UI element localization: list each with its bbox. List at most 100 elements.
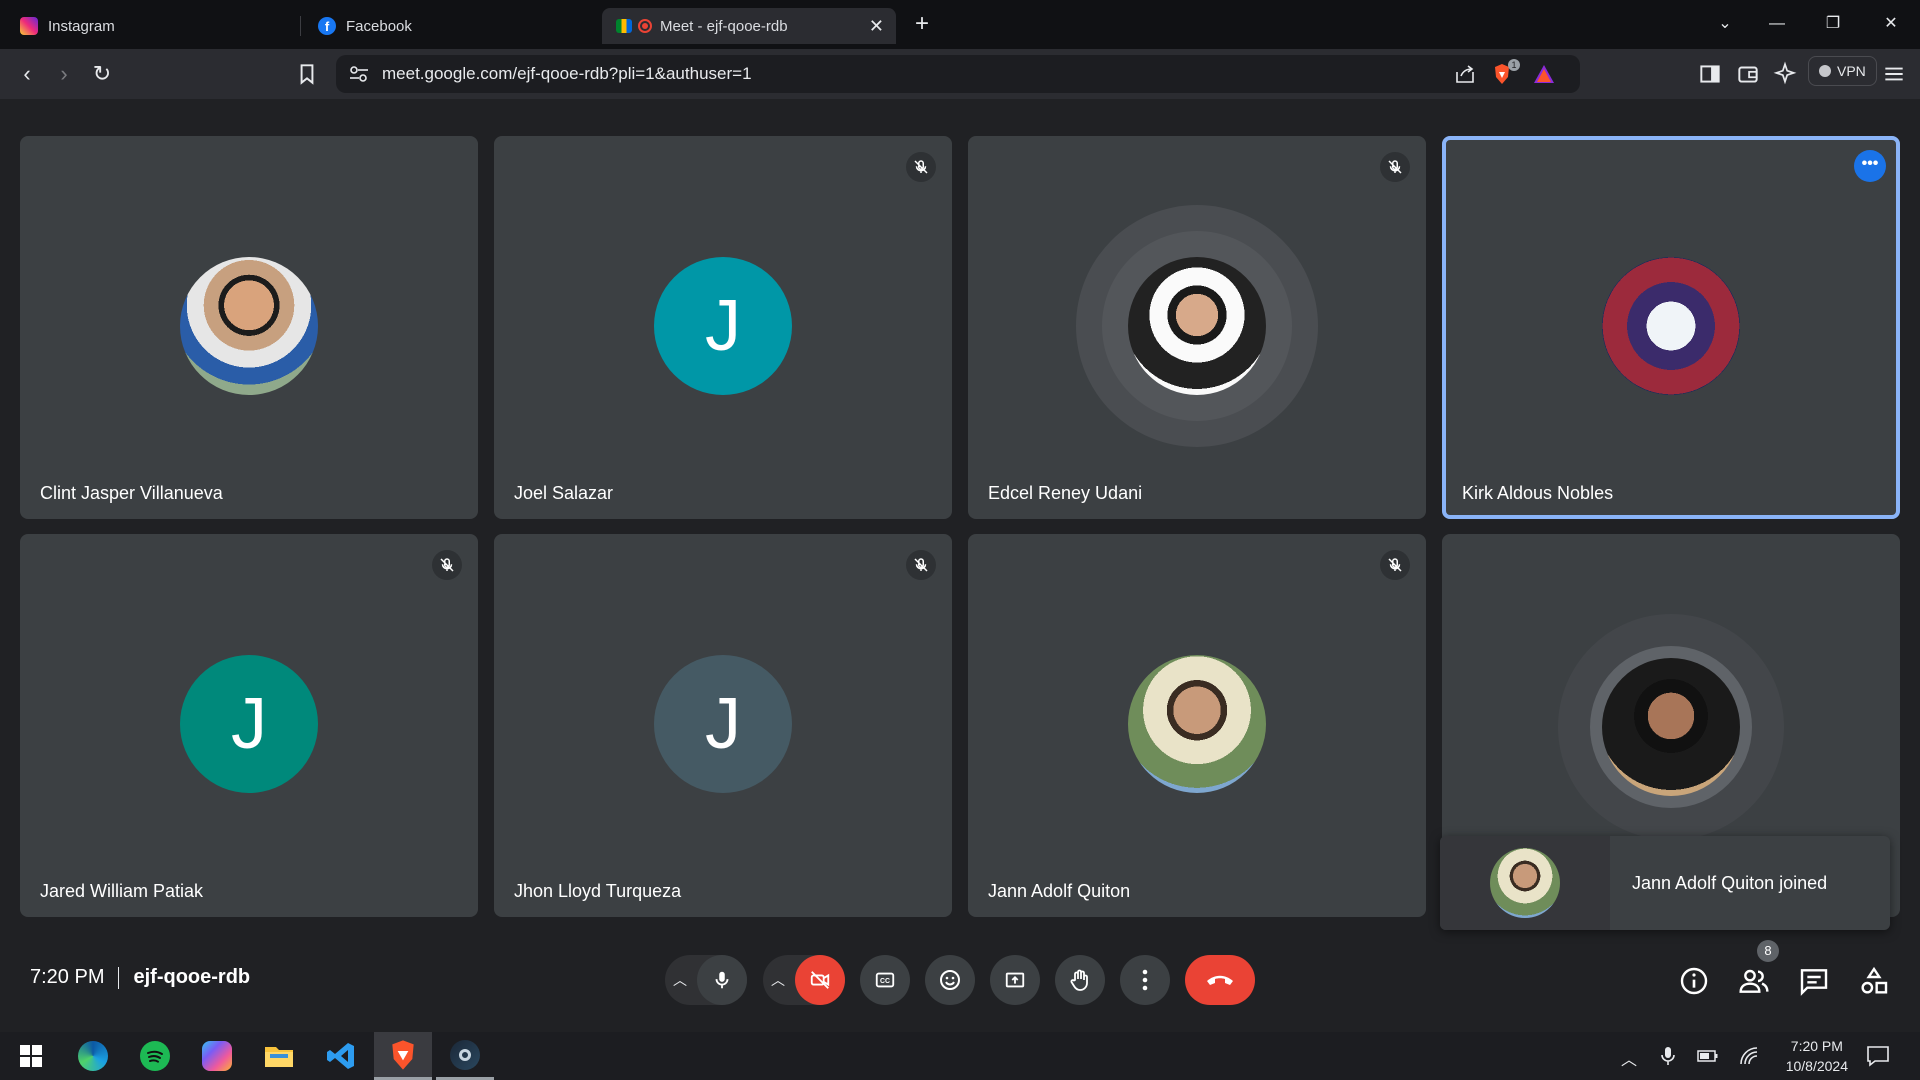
mic-off-icon xyxy=(432,550,462,580)
minimize-button[interactable]: — xyxy=(1759,10,1795,38)
participant-name: Kirk Aldous Nobles xyxy=(1462,483,1614,503)
steam-icon xyxy=(450,1039,480,1070)
close-window-button[interactable]: ✕ xyxy=(1873,10,1909,38)
vpn-button[interactable]: VPN xyxy=(1808,56,1877,86)
close-icon[interactable]: ✕ xyxy=(869,16,884,37)
clock-time: 7:20 PM xyxy=(1790,1038,1843,1054)
participant-name: Jann Adolf Quiton xyxy=(988,881,1131,901)
reactions-button[interactable] xyxy=(925,955,975,1005)
spotify-icon xyxy=(140,1041,170,1071)
copilot-icon xyxy=(202,1041,232,1071)
back-button[interactable]: ‹ xyxy=(12,59,42,89)
instagram-icon xyxy=(20,17,38,35)
captions-button[interactable]: CC xyxy=(860,955,910,1005)
participant-tile[interactable]: J Jared William Patiak xyxy=(20,534,478,917)
reload-button[interactable]: ↻ xyxy=(87,59,117,89)
more-options-button[interactable]: ••• xyxy=(1854,150,1886,182)
clock-date: 10/8/2024 xyxy=(1785,1058,1848,1074)
people-count-badge: 8 xyxy=(1757,940,1779,962)
participant-name: Jared William Patiak xyxy=(40,881,204,901)
leave-call-button[interactable] xyxy=(1185,955,1255,1005)
people-icon[interactable] xyxy=(1738,965,1770,997)
bookmark-icon[interactable] xyxy=(294,61,320,87)
taskbar-steam[interactable] xyxy=(436,1032,494,1080)
taskbar-edge[interactable] xyxy=(64,1032,122,1080)
taskbar-brave[interactable] xyxy=(374,1032,432,1080)
present-screen-button[interactable] xyxy=(990,955,1040,1005)
notifications-icon[interactable] xyxy=(1866,1045,1890,1067)
avatar: J xyxy=(180,655,318,793)
taskbar-vscode[interactable] xyxy=(312,1032,370,1080)
participant-tile[interactable]: J Joel Salazar xyxy=(494,136,952,519)
vpn-label: VPN xyxy=(1837,63,1866,79)
taskbar-spotify[interactable] xyxy=(126,1032,184,1080)
tab-facebook[interactable]: f Facebook xyxy=(304,8,594,44)
wifi-icon[interactable] xyxy=(1739,1046,1761,1066)
tab-title: Facebook xyxy=(346,17,412,35)
brave-icon xyxy=(392,1039,414,1070)
participant-tile[interactable]: Edcel Reney Udani xyxy=(968,136,1426,519)
more-options-button[interactable] xyxy=(1120,955,1170,1005)
participant-name: Clint Jasper Villanueva xyxy=(40,483,223,503)
leo-ai-icon[interactable] xyxy=(1772,61,1798,87)
participant-tile[interactable]: Clint Jasper Villanueva xyxy=(20,136,478,519)
avatar xyxy=(180,257,318,395)
avatar xyxy=(1128,655,1266,793)
microphone-in-use-icon[interactable] xyxy=(1657,1046,1679,1066)
brave-rewards-icon[interactable] xyxy=(1532,63,1556,85)
sidebar-icon[interactable] xyxy=(1697,61,1723,87)
tab-title: Meet - ejf-qooe-rdb xyxy=(660,17,788,35)
activities-icon[interactable] xyxy=(1858,965,1890,997)
edge-icon xyxy=(78,1041,108,1071)
battery-icon[interactable] xyxy=(1697,1046,1719,1066)
meeting-code: ejf-qooe-rdb xyxy=(133,966,251,988)
taskbar-copilot[interactable] xyxy=(188,1032,246,1080)
meeting-info-icon[interactable] xyxy=(1678,965,1710,997)
participant-name: Edcel Reney Udani xyxy=(988,483,1143,503)
share-icon[interactable] xyxy=(1454,64,1476,84)
wallet-icon[interactable] xyxy=(1735,61,1761,87)
more-vert-icon xyxy=(1142,969,1148,991)
ghost-avatar-icon xyxy=(1602,257,1740,395)
microphone-button[interactable] xyxy=(697,955,747,1005)
vscode-icon xyxy=(327,1043,354,1069)
hang-up-icon xyxy=(1207,975,1233,985)
new-tab-button[interactable]: + xyxy=(908,10,936,38)
audio-options-chevron-icon[interactable]: ︿ xyxy=(665,970,695,990)
toast-message: Jann Adolf Quiton joined xyxy=(1632,872,1828,893)
participant-tile-active-speaker[interactable]: ••• Kirk Aldous Nobles xyxy=(1442,136,1900,519)
meeting-time: 7:20 PM xyxy=(30,966,105,988)
meeting-details: 7:20 PM ejf-qooe-rdb xyxy=(30,966,250,989)
folder-icon xyxy=(265,1047,293,1067)
menu-icon[interactable] xyxy=(1881,61,1907,87)
camera-off-button[interactable] xyxy=(795,955,845,1005)
google-meet-icon xyxy=(616,19,632,33)
avatar xyxy=(1602,658,1740,796)
restore-button[interactable]: ❐ xyxy=(1815,10,1851,38)
avatar: J xyxy=(654,655,792,793)
browser-tab-strip: Instagram f Facebook Meet - ejf-qooe-rdb… xyxy=(0,0,1920,49)
site-settings-icon[interactable] xyxy=(348,64,370,84)
system-clock[interactable]: 7:20 PM 10/8/2024 xyxy=(1786,1036,1848,1076)
raise-hand-button[interactable] xyxy=(1055,955,1105,1005)
chat-icon[interactable] xyxy=(1798,965,1830,997)
tab-search-chevron-icon[interactable]: ⌄ xyxy=(1707,10,1743,38)
taskbar-file-explorer[interactable] xyxy=(250,1032,308,1080)
participant-tile[interactable]: J Jhon Lloyd Turqueza xyxy=(494,534,952,917)
shield-badge: 1 xyxy=(1508,59,1520,71)
tab-instagram[interactable]: Instagram xyxy=(6,8,296,44)
vpn-status-icon xyxy=(1819,65,1831,77)
forward-button[interactable]: › xyxy=(49,59,79,89)
show-hidden-icons-chevron-icon[interactable]: ︿ xyxy=(1618,1046,1640,1069)
participant-tile[interactable]: Jann Adolf Quiton xyxy=(968,534,1426,917)
video-options-chevron-icon[interactable]: ︿ xyxy=(763,970,793,990)
mic-off-icon xyxy=(1380,550,1410,580)
address-bar[interactable]: meet.google.com/ejf-qooe-rdb?pli=1&authu… xyxy=(336,55,1580,93)
participant-name: Jhon Lloyd Turqueza xyxy=(514,881,682,901)
start-button[interactable] xyxy=(2,1032,60,1080)
toast-thumbnail xyxy=(1440,836,1610,930)
url-text[interactable]: meet.google.com/ejf-qooe-rdb?pli=1&authu… xyxy=(382,55,752,93)
divider xyxy=(118,966,120,989)
mic-off-icon xyxy=(1380,152,1410,182)
tab-meet[interactable]: Meet - ejf-qooe-rdb ✕ xyxy=(602,8,896,44)
